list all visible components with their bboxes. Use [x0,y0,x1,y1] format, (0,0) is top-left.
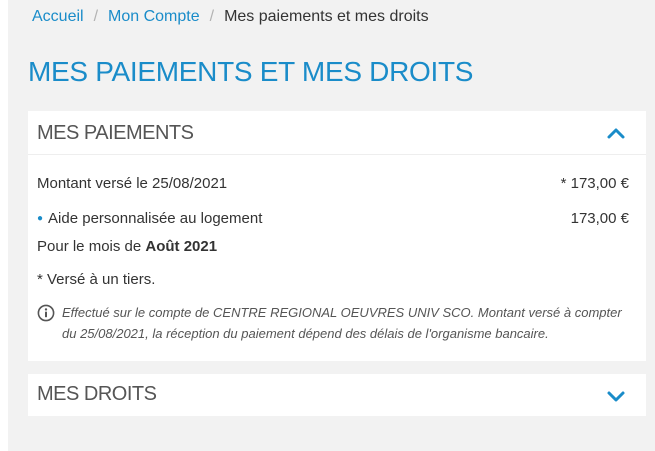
payment-amount-row: Montant versé le 25/08/2021 * 173,00 € [37,175,629,192]
rights-card-header[interactable]: MES DROITS [28,374,646,418]
bullet-icon: ● [37,213,44,224]
payment-amount-value: * 173,00 € [560,175,629,192]
payment-month-value: Août 2021 [145,238,218,255]
page-title: MES PAIEMENTS ET MES DROITS [28,56,474,87]
page: Accueil / Mon Compte / Mes paiements et … [0,0,655,451]
tiers-note: * Versé à un tiers. [37,271,156,288]
breadcrumb-current: Mes paiements et mes droits [224,8,429,25]
rights-card-title: MES DROITS [37,383,157,405]
payments-card-header[interactable]: MES PAIEMENTS [28,111,646,155]
payment-info: Effectué sur le compte de CENTRE REGIONA… [37,302,637,344]
aide-label: Aide personnalisée au logement [48,210,263,227]
breadcrumb-link-home[interactable]: Accueil [32,8,84,26]
payments-card: MES PAIEMENTS Montant versé le 25/08/202… [28,111,646,361]
payment-month-prefix: Pour le mois de [37,238,146,255]
rights-card: MES DROITS [28,374,646,416]
breadcrumb-separator: / [93,8,99,25]
chevron-down-icon[interactable] [606,388,626,404]
aide-row: ● Aide personnalisée au logement 173,00 € [37,210,629,227]
aide-value: 173,00 € [570,210,629,227]
breadcrumb-separator: / [209,8,215,25]
breadcrumb-link-account[interactable]: Mon Compte [108,8,200,26]
payments-card-title: MES PAIEMENTS [37,122,194,144]
payment-amount-label: Montant versé le 25/08/2021 [37,175,228,192]
payment-month-row: Pour le mois de Août 2021 [37,238,629,255]
breadcrumb: Accueil / Mon Compte / Mes paiements et … [32,7,429,27]
payment-info-text: Effectué sur le compte de CENTRE REGIONA… [62,305,622,341]
info-circle-icon [37,304,55,322]
chevron-up-icon[interactable] [606,125,626,141]
